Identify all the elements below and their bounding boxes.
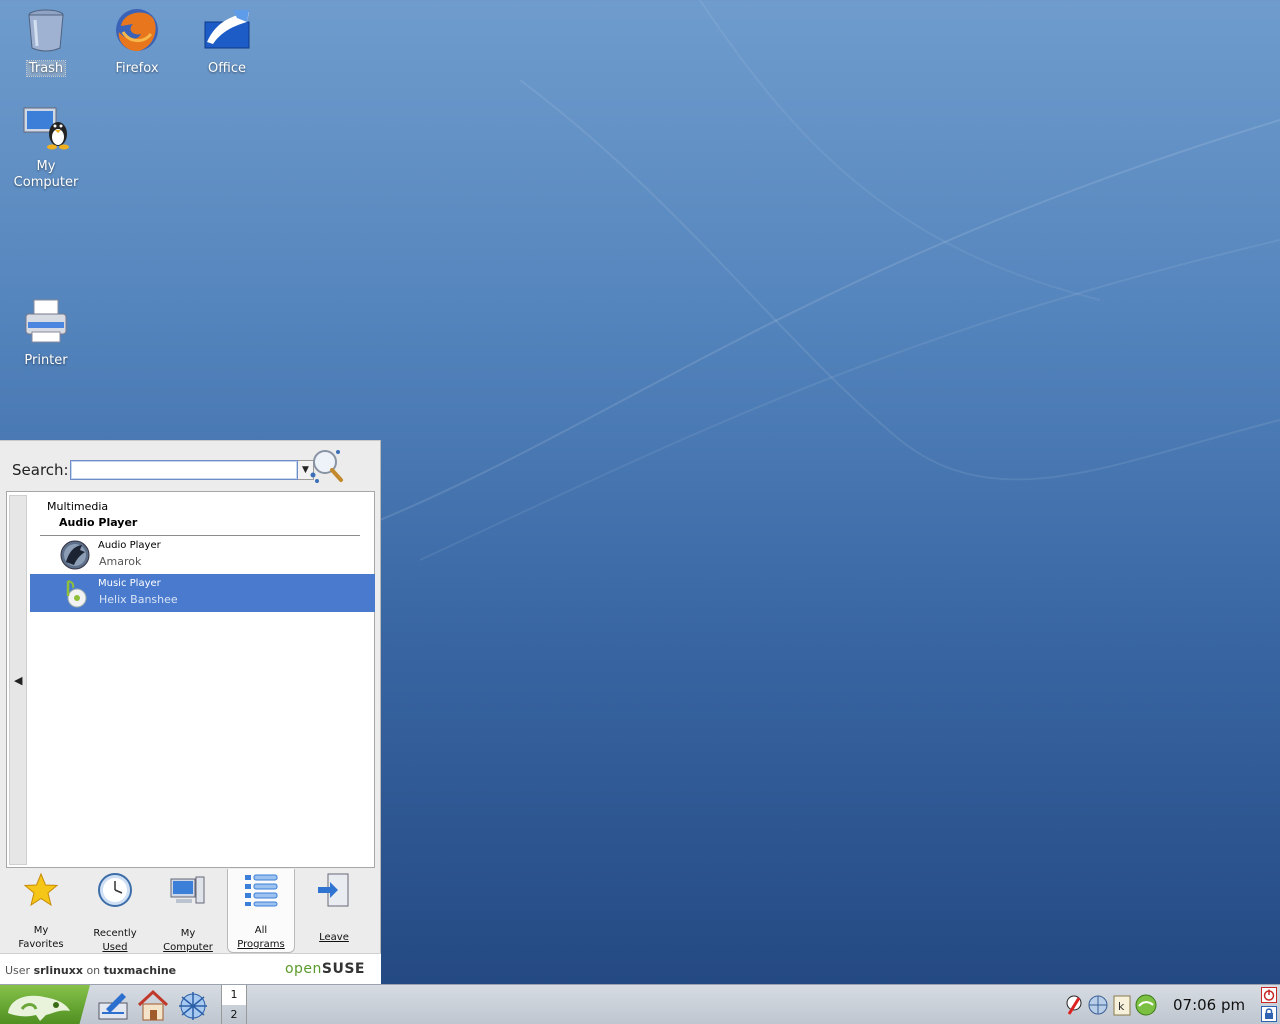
network-tray-icon[interactable] [1087,994,1109,1016]
clock-icon [98,873,132,907]
desktop-icon-office[interactable]: Office [185,6,269,77]
tab-my-favorites[interactable]: My Favorites [6,869,76,953]
back-arrow-icon: ◀ [14,674,23,687]
app-name: Audio Player [98,540,161,551]
tab-all-programs[interactable]: All Programs [227,869,295,953]
printer-icon [25,299,67,343]
desktop-icon-firefox[interactable]: Firefox [95,6,179,77]
pager-desktop-2[interactable]: 2 [222,1005,246,1024]
desktop-icon-printer[interactable]: Printer [4,298,88,369]
exit-icon [318,873,349,907]
updater-tray-icon[interactable] [1063,994,1085,1016]
clock[interactable]: 07:06 pm [1173,996,1245,1014]
back-button[interactable]: ◀ [9,495,27,865]
list-item-audio-player[interactable]: Audio Player Amarok [30,536,375,574]
desktop-icon-my-computer[interactable]: My Computer [4,104,88,191]
tab-label: My Favorites [18,925,64,950]
zen-updater-tray-icon[interactable] [1135,994,1157,1016]
writer-launcher-icon[interactable] [96,989,130,1023]
firefox-icon [116,9,158,52]
desktop-icon-label: Office [208,61,246,76]
desktop-icon-label: Trash [25,60,67,77]
search-label: Search: [12,461,69,479]
tab-recently-used[interactable]: Recently Used [80,869,150,953]
app-name: Music Player [98,578,161,589]
list-icon [245,874,278,907]
user-info-text: User srlinuxx on tuxmachine [5,964,177,977]
tab-label: Leave [319,932,349,943]
opensuse-logo-text: openSUSE [284,961,365,977]
tab-leave[interactable]: Leave [299,869,369,953]
tab-my-computer[interactable]: My Computer [153,869,223,953]
klipper-tray-icon[interactable]: k [1111,994,1133,1016]
app-description: Amarok [99,555,142,568]
shutdown-button-icon[interactable] [1261,987,1277,1003]
application-list: ◀ Multimedia Audio Player Audio Player A… [6,491,375,868]
app-description: Helix Banshee [99,593,178,606]
desktop-icon-label: Firefox [115,61,159,76]
taskbar: 1 2 k 07:06 pm [0,984,1280,1024]
tab-label: All Programs [237,925,285,950]
office-icon [204,10,250,49]
star-icon [23,872,59,907]
trash-icon [28,9,64,52]
desktop-icon-trash[interactable]: Trash [4,6,88,77]
web-browser-icon[interactable] [176,989,210,1023]
kickoff-launcher-button[interactable] [0,985,90,1024]
tab-label: My Computer [163,928,213,953]
computer-icon [170,876,205,904]
computer-icon [23,107,69,150]
home-folder-icon[interactable] [136,989,170,1023]
search-magnifier-icon [310,450,343,483]
pager-desktop-1[interactable]: 1 [222,985,246,1005]
amarok-icon [60,540,90,570]
user-info-bar: User srlinuxx on tuxmachine openSUSE [0,953,381,985]
search-input[interactable] [70,460,298,480]
desktop-pager: 1 2 [221,985,247,1024]
banshee-icon [66,580,87,608]
lock-screen-button-icon[interactable] [1261,1006,1277,1022]
desktop-icon-label: My Computer [13,159,79,190]
kickoff-menu: Search: ▼ ◀ Multimedia Audio Player Audi… [0,440,381,985]
opensuse-gecko-icon [8,995,70,1021]
search-row: Search: ▼ [12,455,314,485]
svg-text:k: k [1118,1000,1125,1013]
list-item-music-player[interactable]: Music Player Helix Banshee [30,574,375,612]
desktop-icon-label: Printer [24,353,68,368]
breadcrumb-parent[interactable]: Multimedia [47,500,108,513]
kickoff-tab-bar: My Favorites Recently Used My Computer A… [0,869,381,953]
tab-label: Recently Used [93,928,137,953]
breadcrumb-current: Audio Player [59,516,138,529]
